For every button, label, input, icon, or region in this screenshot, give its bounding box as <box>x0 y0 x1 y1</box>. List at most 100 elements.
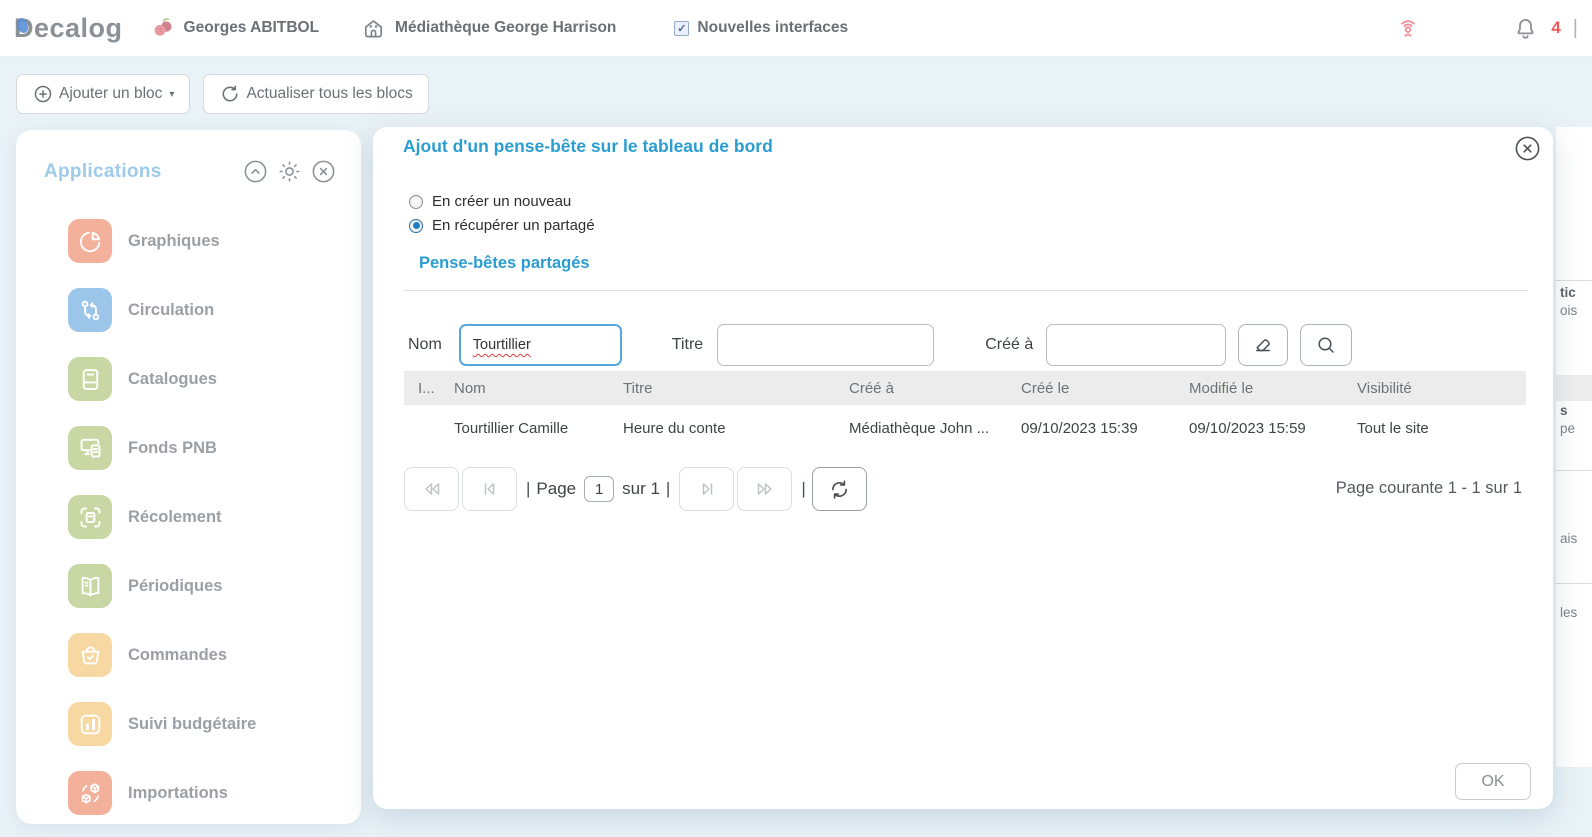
radio-checked-icon[interactable] <box>409 219 423 233</box>
col-header-visibilite: Visibilité <box>1357 380 1526 397</box>
sidebar-item-graphiques[interactable]: Graphiques <box>68 219 337 263</box>
col-header-nom: Nom <box>454 380 623 397</box>
new-interfaces-toggle[interactable]: ✓ Nouvelles interfaces <box>674 19 848 37</box>
scan-icon <box>68 495 112 539</box>
book-icon <box>68 357 112 401</box>
sidebar-item-label: Commandes <box>128 646 227 665</box>
radio-create-new[interactable]: En créer un nouveau <box>409 193 595 210</box>
checkbox-icon[interactable]: ✓ <box>674 21 689 36</box>
pager-separator: | <box>801 479 805 499</box>
created-at-filter-label: Créé à <box>985 336 1033 354</box>
current-user-menu[interactable]: Georges ABITBOL <box>151 16 320 40</box>
sidebar-item-fonds-pnb[interactable]: Fonds PNB <box>68 426 337 470</box>
shared-notes-table-header: I... Nom Titre Créé à Créé le Modifié le… <box>404 371 1526 405</box>
section-divider <box>403 290 1528 291</box>
pager-separator: | <box>526 479 530 499</box>
cubes-icon <box>68 771 112 815</box>
current-user-name: Georges ABITBOL <box>184 19 320 37</box>
sidebar-item-commandes[interactable]: Commandes <box>68 633 337 677</box>
current-library-menu[interactable]: Médiathèque George Harrison <box>361 16 616 41</box>
name-filter-value: Tourtillier <box>473 337 531 353</box>
sidebar-item-label: Graphiques <box>128 232 220 251</box>
previous-page-icon[interactable] <box>462 467 517 511</box>
refresh-all-blocks-button[interactable]: Actualiser tous les blocs <box>203 74 428 114</box>
radio-get-shared[interactable]: En récupérer un partagé <box>409 217 595 234</box>
dashboard-toolbar: Ajouter un bloc ▾ Actualiser tous les bl… <box>16 74 429 114</box>
sidebar-item-label: Fonds PNB <box>128 439 217 458</box>
applications-panel-title: Applications <box>44 161 162 183</box>
notification-count-badge[interactable]: 4 <box>1551 18 1560 38</box>
sidebar-item-suivi-budgetaire[interactable]: Suivi budgétaire <box>68 702 337 746</box>
row-visibilite: Tout le site <box>1357 420 1526 437</box>
refresh-icon <box>219 83 241 105</box>
sidebar-item-label: Suivi budgétaire <box>128 715 256 734</box>
sidebar-item-recolement[interactable]: Récolement <box>68 495 337 539</box>
close-panel-icon[interactable] <box>310 158 337 185</box>
page-label: Page <box>536 479 576 499</box>
close-dialog-icon[interactable] <box>1513 134 1542 163</box>
row-titre: Heure du conte <box>623 420 849 437</box>
current-library-name: Médiathèque George Harrison <box>395 19 616 37</box>
sidebar-item-periodiques[interactable]: Périodiques <box>68 564 337 608</box>
row-cree-a: Médiathèque John ... <box>849 420 1021 437</box>
creation-mode-radios: En créer un nouveau En récupérer un part… <box>409 193 595 234</box>
shared-note-row[interactable]: Tourtillier Camille Heure du conte Média… <box>404 405 1526 451</box>
new-interfaces-label: Nouvelles interfaces <box>697 19 848 37</box>
reload-results-icon[interactable] <box>812 467 867 511</box>
dialog-title: Ajout d'un pense-bête sur le tableau de … <box>403 136 773 157</box>
bg-fragment: les <box>1560 605 1577 620</box>
col-header-image: I... <box>404 380 454 397</box>
radio-unchecked-icon[interactable] <box>409 195 423 209</box>
plus-circle-icon <box>32 83 54 105</box>
shared-notes-section-title: Pense-bêtes partagés <box>419 254 590 273</box>
pagination-summary: Page courante 1 - 1 sur 1 <box>1336 479 1522 498</box>
sidebar-item-label: Récolement <box>128 508 222 527</box>
sidebar-item-circulation[interactable]: Circulation <box>68 288 337 332</box>
add-block-label: Ajouter un bloc <box>59 85 162 103</box>
page-number-input[interactable]: 1 <box>584 476 614 502</box>
decalog-logo[interactable]: Decalog <box>14 13 123 44</box>
radio-create-new-label: En créer un nouveau <box>432 193 571 210</box>
bg-fragment: ais <box>1560 531 1577 546</box>
sidebar-item-catalogues[interactable]: Catalogues <box>68 357 337 401</box>
name-filter-label: Nom <box>408 336 442 354</box>
notifications-bell-icon[interactable] <box>1510 13 1541 44</box>
house-icon <box>361 16 386 41</box>
broadcast-icon[interactable] <box>1392 12 1424 44</box>
col-header-titre: Titre <box>623 380 849 397</box>
bg-gray-band <box>1556 375 1592 401</box>
sidebar-item-importations[interactable]: Importations <box>68 771 337 815</box>
col-header-cree-le: Créé le <box>1021 380 1189 397</box>
ok-button[interactable]: OK <box>1455 763 1531 800</box>
screen-doc-icon <box>68 426 112 470</box>
applications-list: Graphiques Circulation Ca <box>44 219 337 815</box>
bg-fragment: tic <box>1560 285 1576 300</box>
open-book-icon <box>68 564 112 608</box>
first-page-icon[interactable] <box>404 467 459 511</box>
last-page-icon[interactable] <box>737 467 792 511</box>
name-filter-input[interactable]: Tourtillier <box>459 324 622 366</box>
bar-chart-icon <box>68 702 112 746</box>
radio-get-shared-label: En récupérer un partagé <box>432 217 595 234</box>
header-right-actions: 4 | <box>1392 12 1578 44</box>
bg-fragment: ois <box>1560 303 1577 318</box>
title-filter-input[interactable] <box>717 324 934 366</box>
applications-panel: Applications <box>16 130 361 824</box>
next-page-icon[interactable] <box>679 467 734 511</box>
panel-settings-gear-icon[interactable] <box>276 158 303 185</box>
route-icon <box>68 288 112 332</box>
row-cree-le: 09/10/2023 15:39 <box>1021 420 1189 437</box>
berries-icon <box>151 16 175 40</box>
pie-chart-icon <box>68 219 112 263</box>
clear-filters-eraser-icon[interactable] <box>1238 324 1288 366</box>
collapse-panel-icon[interactable] <box>242 158 269 185</box>
add-block-button[interactable]: Ajouter un bloc ▾ <box>16 74 190 114</box>
search-icon[interactable] <box>1300 324 1352 366</box>
pager-separator: | <box>666 479 670 499</box>
app-header: Decalog Georges ABITBOL Médiathèque Geor… <box>0 0 1592 57</box>
row-nom: Tourtillier Camille <box>454 420 623 437</box>
shared-notes-filters: Nom Tourtillier Titre Créé à <box>408 324 1352 366</box>
created-at-filter-input[interactable] <box>1046 324 1226 366</box>
refresh-all-blocks-label: Actualiser tous les blocs <box>246 85 412 103</box>
sidebar-item-label: Importations <box>128 784 228 803</box>
